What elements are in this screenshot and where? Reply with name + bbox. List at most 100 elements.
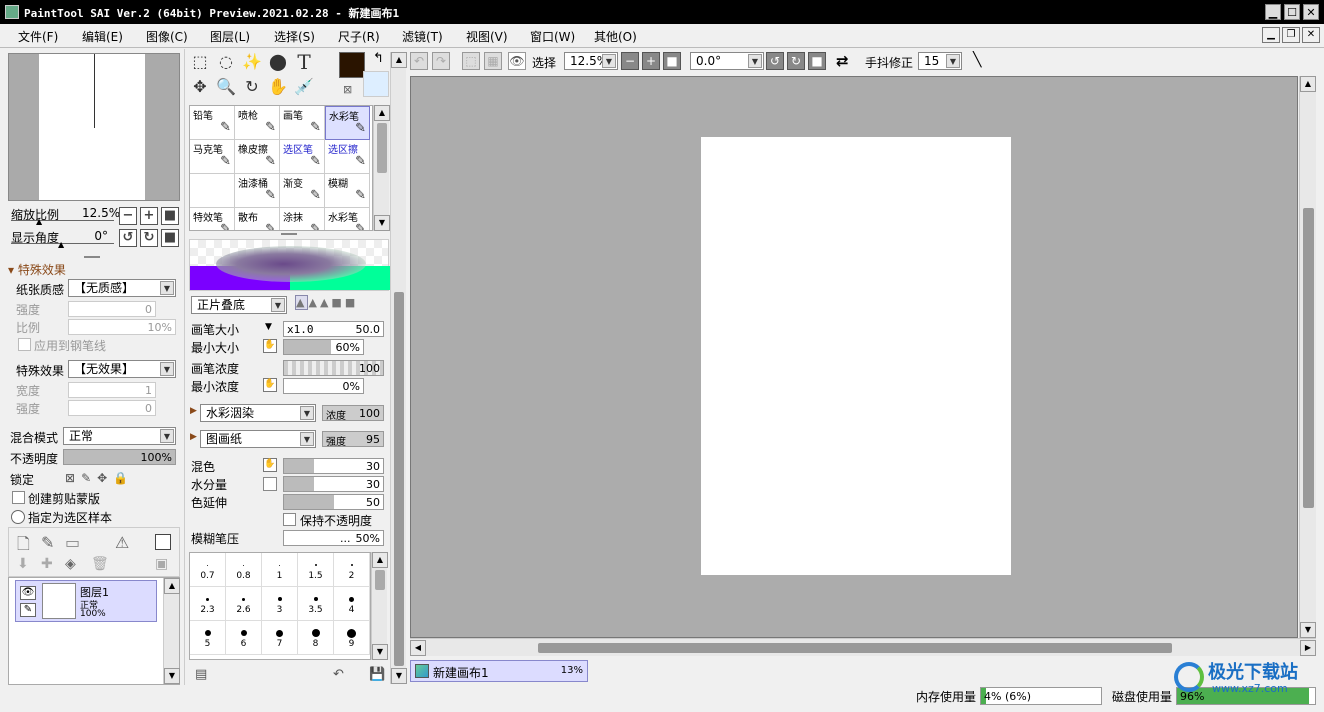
pen-icon[interactable]: ✎: [20, 603, 36, 617]
zoom-out-button[interactable]: −: [119, 207, 137, 225]
expand-arrow-icon[interactable]: ▶: [190, 406, 197, 416]
rect-select-icon[interactable]: ⬚: [189, 51, 211, 73]
opacity-slider[interactable]: 100%: [63, 449, 176, 465]
shape-round-icon[interactable]: ▲: [308, 296, 319, 309]
scroll-up-button[interactable]: ▲: [164, 578, 180, 594]
brush-tip[interactable]: 8: [298, 621, 334, 655]
brush-size-slider[interactable]: x1.0 50.0: [283, 321, 384, 337]
paper-strength-slider[interactable]: 0: [68, 301, 156, 317]
lock-pixels-icon[interactable]: ⊠: [65, 471, 81, 485]
apply-pen-checkbox[interactable]: [18, 338, 31, 351]
foreground-color-swatch[interactable]: [339, 52, 365, 78]
zoom-in-button[interactable]: +: [140, 207, 158, 225]
brush-slot[interactable]: 水彩笔 ✎: [325, 106, 370, 140]
scroll-left-button[interactable]: ◀: [410, 640, 426, 656]
scroll-down-button[interactable]: ▼: [164, 668, 180, 684]
layer-scrollbar[interactable]: ▲ ▼: [163, 578, 180, 684]
scroll-thumb[interactable]: [538, 643, 1172, 653]
brush-tip[interactable]: 3.5: [298, 587, 334, 621]
brush-scrollbar[interactable]: ▲ ▼: [373, 105, 390, 231]
sample-radio[interactable]: [11, 510, 25, 524]
deselect-button[interactable]: ⬚: [462, 52, 480, 70]
tip-scrollbar[interactable]: ▲ ▼: [371, 552, 388, 660]
shape-tri-icon[interactable]: ▲: [295, 295, 309, 310]
keep-opacity-checkbox[interactable]: [283, 513, 296, 526]
pressure-mix-icon[interactable]: ✋: [263, 458, 277, 472]
text-tool-icon[interactable]: T: [293, 51, 315, 73]
menu-window[interactable]: 窗口(W): [530, 28, 575, 45]
lock-icons[interactable]: ⊠✎✥🔒: [65, 471, 134, 485]
rotate-reset-button[interactable]: ■: [161, 229, 179, 247]
toolbar-zoom-select[interactable]: 12.5% ▼: [564, 52, 618, 70]
panel-scrollbar[interactable]: ▲ ▼: [390, 52, 407, 684]
lock-paint-icon[interactable]: ✎: [81, 471, 97, 485]
menu-view[interactable]: 视图(V): [466, 28, 508, 45]
texture-select[interactable]: 图画纸 ▼: [200, 430, 316, 448]
brush-tip[interactable]: 2.3: [190, 587, 226, 621]
paper-scale-slider[interactable]: 10%: [68, 319, 176, 335]
brush-tip[interactable]: 6: [226, 621, 262, 655]
new-pen-layer-icon[interactable]: ✎: [41, 533, 54, 552]
brush-slot[interactable]: 散布 ✎: [235, 208, 280, 230]
pressure-size-icon[interactable]: ✋: [263, 339, 277, 353]
brush-slot[interactable]: [190, 174, 235, 208]
zoom-reset-button[interactable]: ■: [161, 207, 179, 225]
scroll-up-button[interactable]: ▲: [391, 52, 407, 68]
brush-slot[interactable]: 喷枪 ✎: [235, 106, 280, 140]
scroll-right-button[interactable]: ▶: [1300, 640, 1316, 656]
panel-splitter[interactable]: [281, 233, 297, 235]
scroll-thumb[interactable]: [377, 123, 387, 173]
zoom-slider-handle[interactable]: ▲: [36, 217, 42, 226]
scroll-thumb[interactable]: [375, 570, 385, 590]
background-color-swatch[interactable]: [363, 71, 389, 97]
toolbar-angle-select[interactable]: 0.0° ▼: [690, 52, 764, 70]
brush-slot[interactable]: 渐变 ✎: [280, 174, 325, 208]
scroll-up-button[interactable]: ▲: [372, 552, 388, 568]
scroll-up-button[interactable]: ▲: [374, 105, 390, 121]
lock-move-icon[interactable]: ✥: [97, 471, 113, 485]
selection-visibility-button[interactable]: 👁: [508, 52, 526, 70]
brush-slot[interactable]: 选区擦 ✎: [325, 140, 370, 174]
merge-down-icon[interactable]: ⬇: [17, 556, 29, 572]
expand-arrow-icon[interactable]: ▶: [190, 432, 197, 442]
lock-all-icon[interactable]: 🔒: [113, 471, 134, 485]
brush-tip[interactable]: 2.6: [226, 587, 262, 621]
scroll-thumb[interactable]: [394, 292, 404, 666]
zoom-tool-icon[interactable]: 🔍: [215, 76, 237, 98]
undo-button[interactable]: ↶: [410, 52, 428, 70]
canvas-area[interactable]: [410, 76, 1298, 638]
toolbar-rotate-right-button[interactable]: ↻: [787, 52, 805, 70]
eyedropper-icon[interactable]: 💉: [293, 76, 315, 98]
shape-dome-icon[interactable]: ▲: [320, 296, 331, 309]
new-folder-icon[interactable]: ▭: [65, 533, 80, 552]
toolbar-rotate-left-button[interactable]: ↺: [766, 52, 784, 70]
brush-slot[interactable]: 铅笔 ✎: [190, 106, 235, 140]
canvas-h-scrollbar[interactable]: ◀ ▶: [410, 638, 1316, 656]
size-dropdown-icon[interactable]: ▼: [265, 322, 272, 332]
scroll-down-button[interactable]: ▼: [1300, 622, 1316, 638]
mdi-minimize-button[interactable]: ▁: [1262, 27, 1280, 43]
brush-tip[interactable]: 9: [334, 621, 370, 655]
panel-splitter[interactable]: [84, 256, 100, 258]
stretch-slider[interactable]: 50: [283, 494, 384, 510]
angle-slider-handle[interactable]: ▲: [58, 240, 64, 249]
pressure-density-icon[interactable]: ✋: [263, 378, 277, 392]
save-icon[interactable]: 💾: [369, 667, 385, 682]
brush-list-icon[interactable]: ▤: [195, 667, 207, 682]
undo-icon[interactable]: ↶: [333, 667, 344, 682]
mdi-close-button[interactable]: ✕: [1302, 27, 1320, 43]
menu-ruler[interactable]: 尺子(R): [338, 28, 380, 45]
scroll-down-button[interactable]: ▼: [372, 644, 388, 660]
blend-type-strength[interactable]: 浓度 100: [322, 405, 384, 422]
stabilizer-select[interactable]: 15 ▼: [918, 52, 962, 70]
menu-filter[interactable]: 滤镜(T): [402, 28, 443, 45]
brush-tip[interactable]: 1: [262, 553, 298, 587]
special-effect-select[interactable]: 【无效果】 ▼: [68, 360, 176, 378]
blur-pressure-slider[interactable]: ... 50%: [283, 530, 384, 546]
zoom-slider[interactable]: [11, 220, 114, 221]
brush-slot[interactable]: 模糊 ✎: [325, 174, 370, 208]
water-pressure-checkbox[interactable]: [263, 477, 277, 491]
brush-tip[interactable]: 2: [334, 553, 370, 587]
layer-misc-icon[interactable]: ▣: [155, 556, 168, 572]
menu-image[interactable]: 图像(C): [146, 28, 188, 45]
